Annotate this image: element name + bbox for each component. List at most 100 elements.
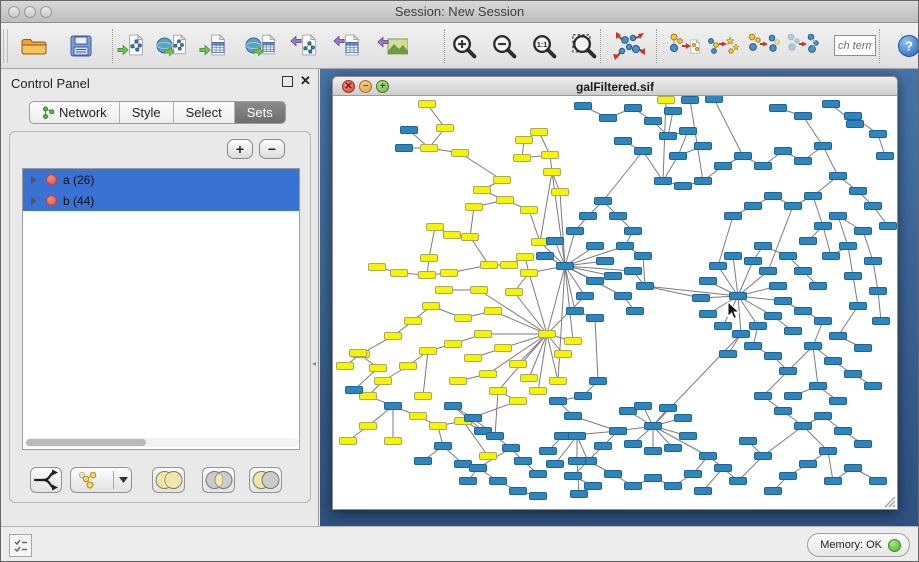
svg-text:1:1: 1:1 [537,41,547,49]
network-canvas[interactable] [332,96,898,510]
tab-sets-label: Sets [247,105,273,120]
panel-collapse-handle[interactable]: ◂ [312,357,319,371]
tab-sets[interactable]: Sets [235,102,285,123]
toolbar-separator [879,29,880,63]
import-network-file-button[interactable] [116,29,148,63]
zoom-actual-size-button[interactable]: 1:1 [528,29,560,63]
create-set-icon [74,470,108,490]
sets-horizontal-scrollbar[interactable] [25,438,299,447]
expand-triangle-icon[interactable] [31,197,37,205]
open-session-icon [20,35,48,57]
set-color-dot-icon [46,174,57,185]
export-network-icon [289,31,321,61]
status-bar: Memory: OK [1,526,918,562]
import-network-file-icon [116,31,148,61]
export-image-icon [376,31,408,61]
zoom-actual-size-icon: 1:1 [531,33,557,59]
set-row-b[interactable]: b (44) [23,190,299,211]
import-table-web-button[interactable] [244,29,276,63]
open-session-button[interactable] [18,29,50,63]
task-checklist-icon [13,538,29,553]
control-panel-header: Control Panel ✕ [1,69,318,97]
sets-panel: + − a (26) b (44) [9,131,311,503]
sets-list: a (26) b (44) [22,168,300,450]
create-set-button[interactable] [70,467,132,493]
mouse-cursor-icon [727,301,741,320]
toolbar-separator [444,29,445,63]
toolbar-separator [656,29,657,63]
toolbar: 1:1 ? [1,23,918,69]
network-graph-svg[interactable] [333,96,898,510]
tab-style[interactable]: Style [120,102,174,123]
export-table-button[interactable] [332,29,364,63]
first-neighbors-icon [706,31,740,61]
save-session-button[interactable] [65,29,97,63]
import-network-web-button[interactable] [155,29,187,63]
control-panel-tabs: Network Style Select Sets [29,101,286,124]
control-panel-title: Control Panel [11,76,90,91]
add-set-button[interactable]: + [227,139,253,159]
set-intersection-button[interactable] [202,467,235,493]
show-all-button[interactable] [784,29,820,63]
set-difference-icon [250,468,281,492]
apply-layout-button[interactable] [611,29,647,63]
window-title: Session: New Session [1,4,918,19]
zoom-out-button[interactable] [488,29,520,63]
set-label: b (44) [63,194,94,208]
network-frame-title: galFiltered.sif [333,80,897,94]
memory-status-badge[interactable]: Memory: OK [807,533,910,557]
apply-layout-icon [612,31,646,61]
float-panel-icon[interactable] [282,76,293,87]
import-table-web-icon [244,31,276,61]
split-set-button[interactable] [30,467,62,493]
set-intersection-icon [203,468,234,492]
export-network-button[interactable] [289,29,321,63]
zoom-in-button[interactable] [448,29,480,63]
help-button[interactable]: ? [896,29,919,63]
set-union-icon [153,468,184,492]
task-history-button[interactable] [9,534,32,557]
network-frame[interactable]: ✕ − + galFiltered.sif [332,76,898,510]
svg-text:?: ? [905,39,913,54]
search-input[interactable] [834,35,876,56]
import-table-file-button[interactable] [198,29,230,63]
export-table-icon [332,31,364,61]
tab-select[interactable]: Select [174,102,235,123]
network-frame-titlebar[interactable]: ✕ − + galFiltered.sif [332,76,898,96]
chevron-down-icon[interactable] [119,477,128,483]
export-image-button[interactable] [376,29,408,63]
scrollbar-thumb[interactable] [26,439,146,446]
split-set-icon [33,468,59,492]
set-color-dot-icon [46,195,57,206]
set-row-a[interactable]: a (26) [23,169,299,190]
toolbar-separator [600,29,601,63]
button-divider [113,471,114,489]
close-panel-icon[interactable]: ✕ [300,74,311,87]
set-union-button[interactable] [152,467,185,493]
memory-status-label: Memory: OK [820,539,882,551]
tab-network-label: Network [59,105,107,120]
new-network-from-selection-icon [667,31,701,61]
tab-network[interactable]: Network [30,102,120,123]
save-session-icon [70,35,92,57]
resize-grip-icon[interactable] [882,494,896,508]
import-table-file-icon [198,31,230,61]
tab-style-label: Style [132,105,161,120]
set-difference-button[interactable] [249,467,282,493]
first-neighbors-button[interactable] [705,29,741,63]
app-window: Session: New Session [0,0,919,562]
zoom-fit-selected-icon [571,33,597,59]
import-network-web-icon [155,31,187,61]
toolbar-drag-handle[interactable] [3,29,8,63]
new-network-from-selection-button[interactable] [666,29,702,63]
hide-selected-button[interactable] [745,29,781,63]
memory-ok-dot-icon [888,539,901,552]
remove-set-button[interactable]: − [259,139,285,159]
expand-triangle-icon[interactable] [31,176,37,184]
help-icon: ? [897,34,919,58]
tab-select-label: Select [186,105,222,120]
titlebar: Session: New Session [1,1,918,23]
zoom-in-icon [451,33,477,59]
zoom-fit-selected-button[interactable] [568,29,600,63]
control-panel: Control Panel ✕ Network Style Select Set… [1,69,319,526]
